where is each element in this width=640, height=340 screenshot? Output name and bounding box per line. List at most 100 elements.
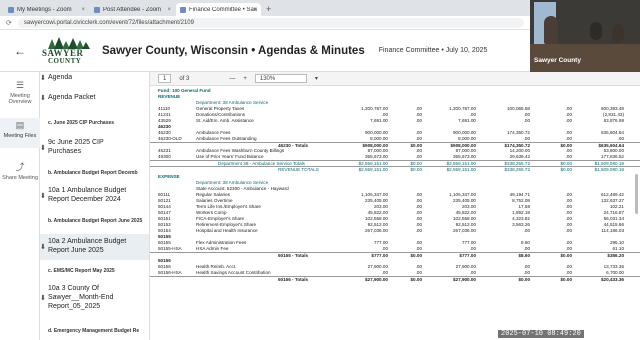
table-cell: HSA Admin Fee [196, 246, 229, 251]
browser-tab[interactable]: Finance Committee • Sawyer C...× [176, 3, 261, 16]
table-cell: .00 [523, 136, 530, 141]
address-bar-row: ⟳ sawyercowi.portal.civicclerk.com/event… [0, 16, 530, 30]
table-cell: 295.10 [609, 240, 624, 245]
zoom-out-button[interactable]: — [229, 76, 235, 82]
document-text: EXPENSE [158, 174, 180, 179]
table-cell: Workers Comp [196, 210, 227, 215]
table-cell: 50154 [158, 228, 171, 233]
table-cell: 50144 [158, 204, 171, 209]
table-cell: .00 [415, 246, 422, 251]
file-label: 10a 3 County Of [48, 285, 99, 292]
video-label: Sawyer County [534, 57, 581, 64]
close-icon[interactable]: × [253, 7, 257, 13]
download-icon[interactable]: ⬇ [40, 94, 149, 102]
table-cell: 177,836.52 [601, 154, 624, 159]
rail-label: Meeting Overview [8, 93, 32, 105]
download-icon[interactable]: ⬇ [40, 294, 149, 302]
section-heading: d. Emergency Management Budget Re [48, 328, 140, 334]
table-cell: 50155 [158, 234, 171, 239]
table-cell: 50147 [158, 210, 171, 215]
back-arrow-icon[interactable]: ← [0, 44, 40, 58]
table-cell: 50121 [158, 198, 171, 203]
download-icon[interactable]: ⬇ [40, 74, 149, 82]
browser-tab[interactable]: Post Attendee - Zoom × [90, 3, 175, 16]
table-cell: 63,876.98 [603, 118, 624, 123]
table-cell: .00 [469, 246, 476, 251]
tab-label: Finance Committee • Sawyer C... [189, 6, 257, 13]
left-rail: ☰ Meeting Overview ▤ Meeting Files ⤴ Sha… [0, 72, 40, 340]
table-cell: 33,200.00 [626, 148, 640, 153]
file-item-selected[interactable]: 10a 2 Ambulance Budget Report June 2025 … [40, 234, 149, 260]
page-number-input[interactable]: 1 [158, 74, 172, 83]
meeting-title: Finance Committee • July 10, 2025 [378, 47, 488, 54]
table-cell: 14,166.64 [626, 264, 640, 269]
file-item[interactable]: 9c June 2025 CIP Purchases ⬇ [40, 138, 149, 156]
browser-tab-strip: My Meetings - Zoom × Post Attendee - Zoom ×… [0, 0, 530, 16]
rail-meeting-overview[interactable]: ☰ Meeting Overview [0, 78, 40, 108]
table-cell: .00 [523, 246, 530, 251]
table-cell: 7,691.00 [458, 118, 476, 123]
document-text: State Account: 52300 - Ambulance - Haywa… [196, 186, 289, 191]
table-cell: $20,433.36 [601, 277, 624, 282]
table-cell: 43529 [158, 118, 171, 123]
table-cell: 777.00 [373, 240, 388, 245]
table-cell: 50111 [158, 192, 171, 197]
table-cell: 24,716.87 [603, 210, 624, 215]
file-item-agenda[interactable]: Agenda ⬇ [40, 74, 149, 82]
participant [612, 24, 624, 42]
table-cell: 777.00 [461, 240, 476, 245]
totals-row: REVENUE TOTALS $2,559,151.00 $0.00 $2,559,1… [150, 166, 640, 172]
url-field[interactable]: sawyercowi.portal.civicclerk.com/event/7… [17, 17, 524, 28]
chevron-down-icon[interactable]: ▾ [315, 75, 318, 82]
table-cell: 2,831.43 [626, 112, 640, 117]
table-cell: 1,200,787.00 [361, 106, 388, 111]
download-icon[interactable]: ⬇ [40, 144, 149, 152]
table-cell: .00 [565, 112, 572, 117]
participant [544, 16, 558, 44]
table-cell: 50151 [158, 216, 171, 221]
table-cell: Salaries Overtime [196, 198, 233, 203]
table-cell: 45,822.00 [367, 210, 388, 215]
close-icon[interactable]: × [167, 7, 171, 13]
table-cell: 27,900.00 [455, 264, 476, 269]
table-cell: .00 [415, 264, 422, 269]
table-cell: 50156 - Totals [278, 277, 309, 282]
close-icon[interactable]: × [81, 7, 85, 13]
document-text: Fund: 100 General Fund [158, 88, 211, 93]
table-cell: 44,515.66 [603, 222, 624, 227]
download-icon[interactable]: ⬇ [40, 192, 149, 200]
table-cell: FICA-Employer's Share [196, 216, 245, 221]
table-cell: .00 [565, 204, 572, 209]
table-cell: 100.79 [626, 204, 640, 209]
table-cell: Ambulance Fees [196, 130, 231, 135]
table-cell: 6,700.00 [606, 270, 624, 275]
table-cell: 46,536.66 [626, 216, 640, 221]
table-cell: $0.00 [410, 277, 423, 282]
table-cell: 114,186.03 [601, 228, 624, 233]
file-item-agenda-packet[interactable]: Agenda Packet ⬇ [40, 94, 149, 102]
browser-tab[interactable]: My Meetings - Zoom × [4, 3, 89, 16]
rail-share-meeting[interactable]: ⤴ Share Meeting [0, 158, 40, 188]
table-cell: .00 [565, 136, 572, 141]
file-item[interactable]: 10a 3 County Of Sawyer__Month-End Report… [40, 284, 149, 311]
reload-icon[interactable]: ⟳ [6, 19, 12, 27]
table-cell: Flex Administration Fees [196, 240, 247, 245]
table-cell: 8,000.00 [370, 136, 388, 141]
download-icon[interactable]: ⬇ [40, 243, 149, 251]
table-cell: $0.00 [560, 167, 573, 172]
table-cell: 492,857.58 [626, 192, 640, 197]
rail-label: Share Meeting [2, 175, 38, 181]
timestamp-overlay: 2025-07-10 08:49:20 [498, 330, 584, 338]
file-item[interactable]: 10a 1 Ambulance Budget Report December 2… [40, 186, 149, 204]
new-tab-button[interactable]: + [262, 3, 275, 16]
table-cell: (56,185.98) [626, 118, 640, 123]
zoom-in-button[interactable]: + [243, 76, 247, 82]
table-cell: 174,350.72 [507, 130, 530, 135]
county-logo[interactable]: SAWYER COUNTY [40, 35, 98, 67]
rail-meeting-files[interactable]: ▤ Meeting Files [0, 118, 40, 148]
zoom-select[interactable]: 130% [254, 74, 307, 83]
table-cell: .00 [381, 246, 388, 251]
table-cell: .00 [415, 228, 422, 233]
table-cell: 7,691.00 [370, 118, 388, 123]
table-cell: 900,000.00 [365, 130, 388, 135]
